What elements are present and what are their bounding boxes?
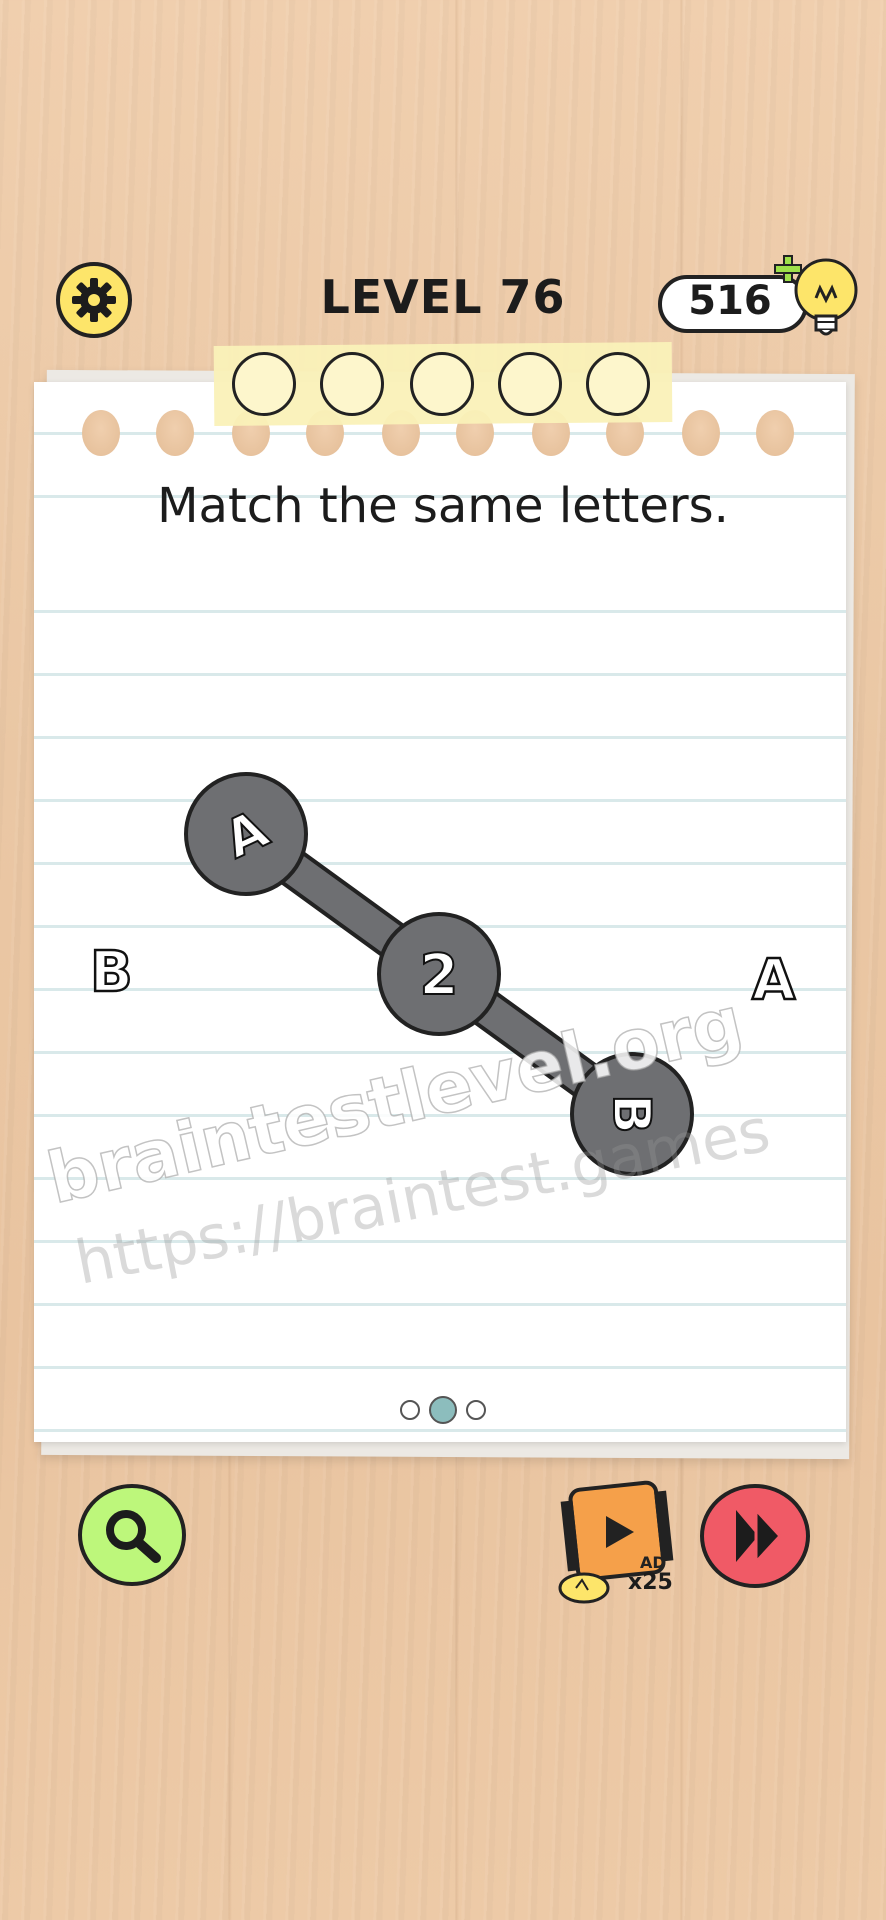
progress-star-slot [410,352,474,416]
hint-button[interactable] [78,1484,186,1586]
level-title: LEVEL 76 [320,270,566,324]
binder-hole [682,410,720,456]
video-ad-icon: AD [560,1480,674,1582]
progress-star-slot [586,352,650,416]
gear-icon [72,278,116,322]
binder-hole [756,410,794,456]
magnifier-icon [106,1510,161,1563]
progress-star-slot [232,352,296,416]
puzzle-instruction: Match the same letters. [157,478,729,534]
ad-reward-count: x25 [628,1570,673,1595]
node-a[interactable]: A [184,772,308,896]
page-dot-2-active[interactable] [429,1396,457,1424]
lightbulb-icon[interactable] [770,250,870,350]
progress-star-slot [320,352,384,416]
node-2-label: 2 [420,943,459,1008]
binder-hole [156,410,194,456]
skip-button[interactable] [700,1484,810,1588]
settings-button[interactable] [56,262,132,338]
page-dot-3[interactable] [466,1400,486,1420]
page-dot-1[interactable] [400,1400,420,1420]
fast-forward-icon [736,1506,783,1566]
target-letter-left[interactable]: B [89,939,134,1007]
node-2[interactable]: 2 [377,912,501,1036]
bulb-count: 516 [688,278,772,324]
bulb-reward-icon [558,1572,610,1604]
binder-hole [82,410,120,456]
progress-star-slot [498,352,562,416]
